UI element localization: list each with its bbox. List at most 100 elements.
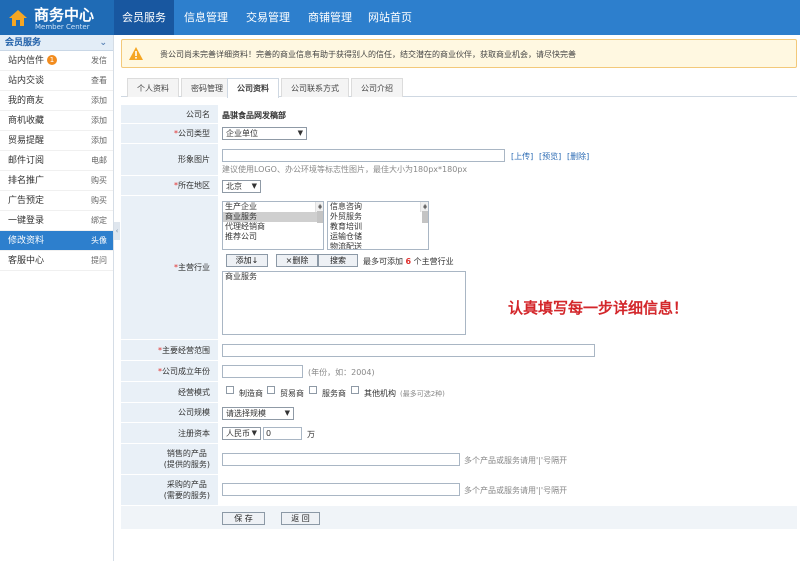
checkbox-service-provider[interactable] — [309, 386, 317, 394]
products-bought-hint: 多个产品或服务请用'|'号隔开 — [464, 486, 568, 495]
products-sold-input[interactable] — [222, 453, 460, 466]
logo-subtitle: Member Center — [35, 23, 90, 31]
fill-in-slogan: 认真填写每一步详细信息！ — [508, 299, 689, 317]
sidebar-item-action[interactable]: 购买 — [91, 191, 107, 211]
tab-password[interactable]: 密码管理 — [181, 78, 233, 97]
sidebar-item-action[interactable]: 发信 — [91, 51, 107, 71]
sidebar-item-one-click-login[interactable]: 一键登录 绑定 — [0, 211, 113, 231]
save-button[interactable]: 保 存 — [222, 512, 265, 525]
sidebar-item-action[interactable]: 电邮 — [91, 151, 107, 171]
founded-year-hint: (年份，如：2004) — [308, 368, 375, 377]
nav-shop-management[interactable]: 商铺管理 — [300, 0, 360, 35]
sidebar-item-favorites[interactable]: 商机收藏 添加 — [0, 111, 113, 131]
list-item[interactable]: 外贸服务 — [328, 212, 428, 222]
company-info-form: 公司名 晶骐食品网发稿部 * 公司类型 企业单位 ▼ 形象图片 [上传] [预览] … — [121, 105, 797, 530]
row-products-bought: 采购的产品 (需要的服务) 多个产品或服务请用'|'号隔开 — [121, 475, 797, 506]
tab-personal-info[interactable]: 个人资料 — [127, 78, 179, 97]
checkbox-manufacturer[interactable] — [226, 386, 234, 394]
label-products-sold: 销售的产品 (提供的服务) — [121, 444, 218, 474]
sidebar-item-action[interactable]: 购买 — [91, 171, 107, 191]
scrollbar[interactable]: ▲ ▼ — [420, 202, 428, 223]
list-item[interactable]: 推荐公司 — [223, 232, 323, 242]
company-size-select[interactable]: 请选择规模 ▼ — [222, 407, 294, 420]
nav-member-service[interactable]: 会员服务 — [114, 0, 174, 35]
chevron-down-icon: ▼ — [284, 409, 290, 417]
products-bought-input[interactable] — [222, 483, 460, 496]
currency-select[interactable]: 人民币 ▼ — [222, 427, 261, 440]
image-url-input[interactable] — [222, 149, 505, 162]
house-icon — [9, 10, 27, 26]
upload-link[interactable]: [上传] — [511, 151, 533, 162]
logo[interactable]: 商务中心 Member Center — [0, 0, 114, 35]
sidebar-item-friends[interactable]: 我的商友 添加 — [0, 91, 113, 111]
list-item[interactable]: 信息咨询 — [328, 202, 428, 212]
list-item[interactable]: 商业服务 — [223, 212, 323, 222]
row-image: 形象图片 [上传] [预览] [删除] 建议使用LOGO、办公环境等标志性图片，… — [121, 144, 797, 176]
checkbox-other[interactable] — [351, 386, 359, 394]
sidebar-item-support[interactable]: 客服中心 提问 — [0, 251, 113, 271]
region-select[interactable]: 北京 ▼ — [222, 180, 261, 193]
sidebar-item-label: 我的商友 — [8, 96, 45, 106]
label-business-mode: 经营模式 — [121, 382, 218, 402]
sidebar-item-action[interactable]: 添加 — [91, 111, 107, 131]
add-industry-button[interactable]: 添加↓ — [226, 254, 268, 267]
sidebar-item-messages[interactable]: 站内信件 1 发信 — [0, 51, 113, 71]
back-button[interactable]: 返 回 — [281, 512, 320, 525]
sidebar-item-label: 邮件订阅 — [8, 156, 45, 166]
capital-amount-input[interactable]: 0 — [263, 427, 302, 440]
label-founded-year: * 公司成立年份 — [121, 361, 218, 381]
sidebar-heading-label: 会员服务 — [5, 38, 42, 48]
preview-link[interactable]: [预览] — [539, 151, 561, 162]
sidebar-item-action[interactable]: 添加 — [91, 91, 107, 111]
business-scope-input[interactable] — [222, 344, 595, 357]
list-item[interactable]: 商业服务 — [223, 272, 465, 282]
sidebar-item-chat[interactable]: 站内交谈 查看 — [0, 71, 113, 91]
row-business-mode: 经营模式 制造商 贸易商 服务商 其他机构 (最多可选2种) — [121, 382, 797, 403]
sidebar-item-action[interactable]: 添加 — [91, 131, 107, 151]
industry-subcategory-list[interactable]: 信息咨询 外贸服务 教育培训 运输仓储 物流配送 ▲ ▼ — [327, 201, 429, 250]
row-company-type: * 公司类型 企业单位 ▼ — [121, 124, 797, 144]
industry-category-list[interactable]: 生产企业 商业服务 代理经销商 推荐公司 ▲ ▼ — [222, 201, 324, 250]
label-business-scope: * 主要经营范围 — [121, 340, 218, 360]
business-mode-hint: (最多可选2种) — [400, 390, 445, 398]
list-item[interactable]: 生产企业 — [223, 202, 323, 212]
tab-company-contact[interactable]: 公司联系方式 — [281, 78, 349, 97]
list-item[interactable]: 代理经销商 — [223, 222, 323, 232]
company-type-select[interactable]: 企业单位 ▼ — [222, 127, 307, 140]
selected-industry-list[interactable]: 商业服务 — [222, 271, 466, 335]
checkbox-trader[interactable] — [267, 386, 275, 394]
delete-link[interactable]: [删除] — [567, 151, 589, 162]
nav-site-home[interactable]: 网站首页 — [362, 0, 418, 35]
row-registered-capital: 注册资本 人民币 ▼ 0 万 — [121, 423, 797, 444]
sidebar-item-action[interactable]: 绑定 — [91, 211, 107, 231]
chevron-down-icon: ▼ — [297, 129, 303, 137]
row-industry: * 主营行业 生产企业 商业服务 代理经销商 推荐公司 ▲ ▼ 信息咨询 外贸服务 … — [121, 196, 797, 340]
row-products-sold: 销售的产品 (提供的服务) 多个产品或服务请用'|'号隔开 — [121, 444, 797, 475]
sidebar-item-mail-subscription[interactable]: 邮件订阅 电邮 — [0, 151, 113, 171]
search-industry-button[interactable]: 搜索 — [318, 254, 358, 267]
sidebar-item-trade-alerts[interactable]: 贸易提醒 添加 — [0, 131, 113, 151]
sidebar-item-action[interactable]: 头像 — [91, 231, 107, 251]
remove-industry-button[interactable]: ×删除 — [276, 254, 318, 267]
products-sold-hint: 多个产品或服务请用'|'号隔开 — [464, 456, 568, 465]
sidebar-item-ranking[interactable]: 排名推广 购买 — [0, 171, 113, 191]
scrollbar[interactable]: ▲ ▼ — [315, 202, 323, 223]
list-item[interactable]: 运输仓储 — [328, 232, 428, 242]
chevron-down-icon[interactable]: ⌄ — [99, 35, 107, 51]
nav-trade-management[interactable]: 交易管理 — [238, 0, 298, 35]
sidebar-item-action[interactable]: 查看 — [91, 71, 107, 91]
nav-info-management[interactable]: 信息管理 — [176, 0, 236, 35]
tab-company-intro[interactable]: 公司介绍 — [351, 78, 403, 97]
sidebar-item-ads[interactable]: 广告预定 购买 — [0, 191, 113, 211]
label-image: 形象图片 — [121, 144, 218, 175]
sidebar-heading[interactable]: 会员服务 ⌄ — [0, 35, 113, 51]
sidebar-item-edit-profile[interactable]: 修改资料 头像 — [0, 231, 113, 251]
sidebar-item-action[interactable]: 提问 — [91, 251, 107, 271]
founded-year-input[interactable] — [222, 365, 303, 378]
list-item[interactable]: 教育培训 — [328, 222, 428, 232]
sidebar-collapse-handle[interactable]: ‹ — [114, 222, 120, 240]
tab-company-info[interactable]: 公司资料 — [227, 78, 279, 98]
image-hint: 建议使用LOGO、办公环境等标志性图片，最佳大小为180px*180px — [222, 165, 468, 174]
list-item[interactable]: 物流配送 — [328, 242, 428, 249]
notice-text: 贵公司尚未完善详细资料！完善的商业信息有助于获得别人的信任，结交潜在的商业伙伴，… — [160, 50, 576, 59]
